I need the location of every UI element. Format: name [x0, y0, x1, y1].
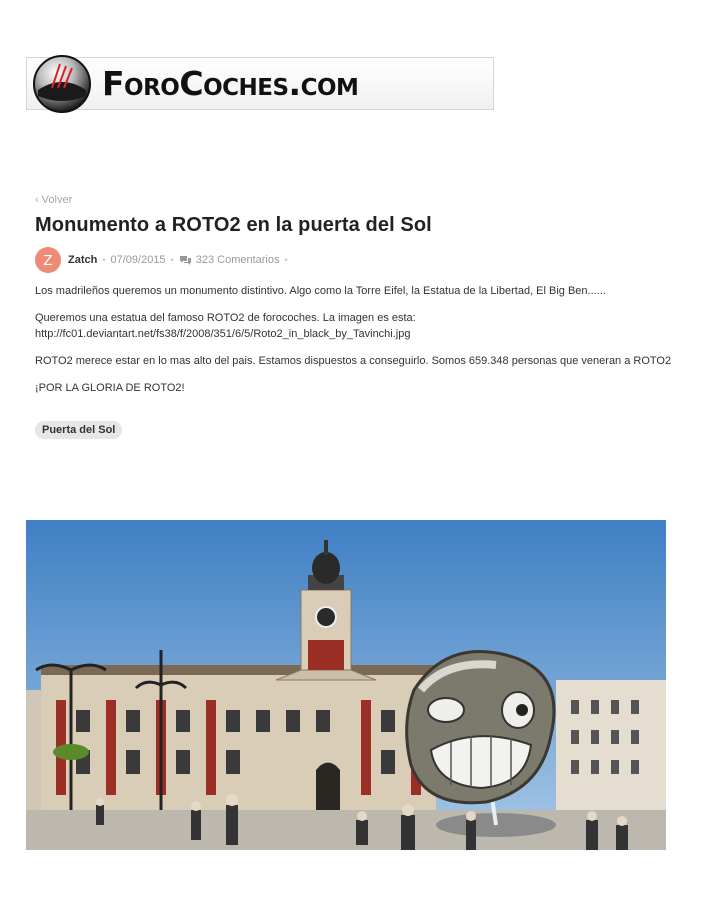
- avatar[interactable]: Z: [35, 247, 61, 273]
- article-meta: Z Zatch • 07/09/2015 • 323 Comentarios •: [35, 247, 675, 273]
- article-title: Monumento a ROTO2 en la puerta del Sol: [35, 214, 432, 236]
- image-url-link[interactable]: http://fc01.deviantart.net/fs38/f/2008/3…: [35, 328, 410, 340]
- paragraph: Queremos una estatua del famoso ROTO2 de…: [35, 310, 675, 342]
- article-date: 07/09/2015: [110, 254, 166, 266]
- tag-puerta-del-sol[interactable]: Puerta del Sol: [35, 421, 123, 439]
- paragraph: Los madrileños queremos un monumento dis…: [35, 285, 606, 297]
- logo-ball-icon: [33, 54, 91, 113]
- separator-dot: •: [102, 255, 106, 265]
- article-image: [26, 520, 666, 850]
- article: ‹ Volver Monumento a ROTO2 en la puerta …: [35, 190, 675, 439]
- paragraph: ¡POR LA GLORIA DE ROTO2!: [35, 382, 185, 394]
- chevron-left-icon: ‹: [35, 194, 39, 206]
- comments-link[interactable]: 323 Comentarios: [196, 254, 280, 266]
- back-link[interactable]: ‹ Volver: [35, 194, 72, 206]
- article-body: Los madrileños queremos un monumento dis…: [35, 283, 675, 396]
- paragraph: ROTO2 merece estar en lo mas alto del pa…: [35, 355, 672, 367]
- logo-text: ForoCoches.com: [102, 64, 359, 103]
- author-link[interactable]: Zatch: [68, 254, 97, 266]
- site-logo[interactable]: ForoCoches.com: [26, 54, 494, 113]
- paragraph-text: Queremos una estatua del famoso ROTO2 de…: [35, 312, 416, 324]
- separator-dot: •: [284, 255, 288, 265]
- separator-dot: •: [170, 255, 174, 265]
- back-label: Volver: [41, 194, 73, 206]
- comments-icon: [179, 255, 192, 266]
